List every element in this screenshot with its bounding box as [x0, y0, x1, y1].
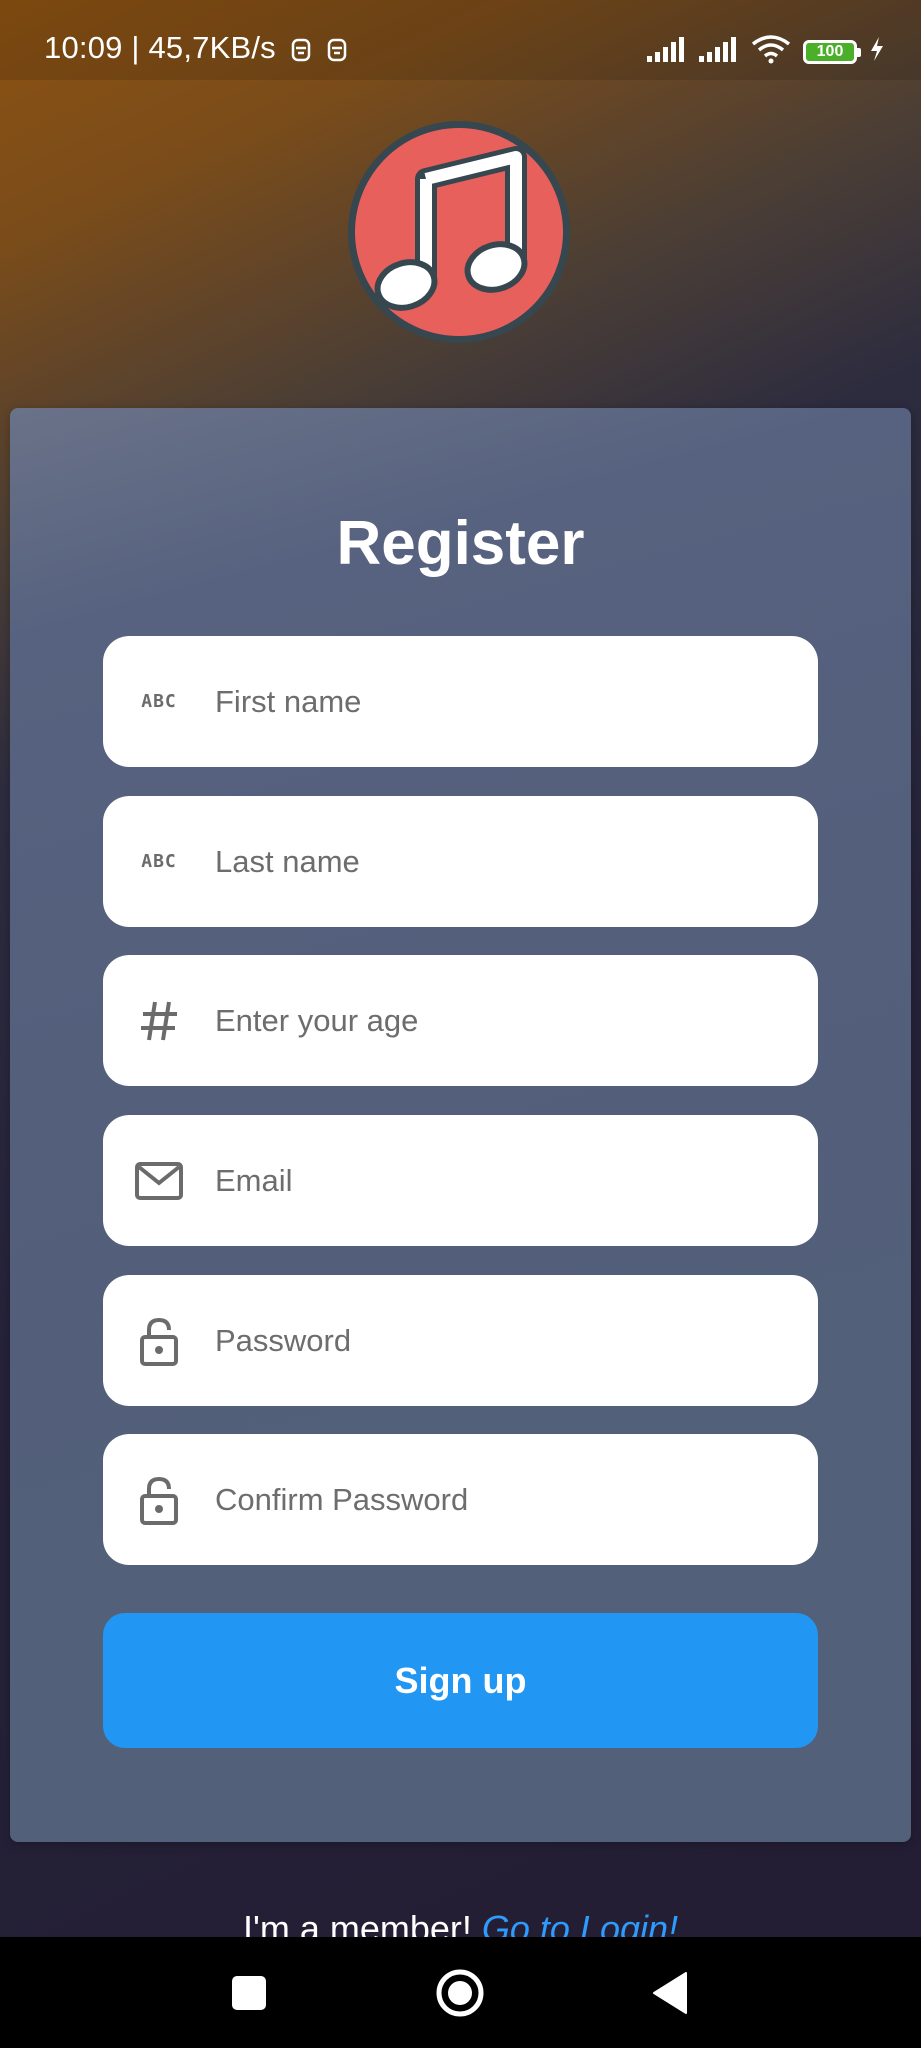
recents-button[interactable]	[219, 1963, 279, 2023]
square-icon	[232, 1975, 266, 2010]
abc-icon: ABC	[141, 851, 177, 872]
home-button[interactable]	[430, 1963, 490, 2023]
age-input[interactable]	[215, 955, 785, 1086]
register-card: Register ABC ABC	[10, 408, 911, 1842]
system-nav-bar	[0, 1937, 921, 2048]
lock-icon	[135, 1317, 183, 1366]
notification-icon	[326, 35, 348, 62]
charging-icon	[869, 36, 885, 67]
notification-icon	[290, 35, 312, 62]
app-logo	[344, 117, 574, 347]
email-field[interactable]	[103, 1115, 818, 1246]
music-note-icon	[348, 121, 570, 343]
lock-icon	[135, 1476, 183, 1525]
last-name-field[interactable]: ABC	[103, 796, 818, 927]
password-input[interactable]	[215, 1275, 785, 1406]
last-name-input[interactable]	[215, 796, 785, 927]
battery-level: 100	[816, 42, 844, 60]
back-triangle-icon	[653, 1971, 687, 2014]
battery-icon: 100	[803, 39, 861, 64]
confirm-password-field[interactable]	[103, 1434, 818, 1565]
mail-icon	[135, 1157, 183, 1205]
email-input[interactable]	[215, 1115, 785, 1246]
signal-icon	[647, 36, 687, 67]
back-button[interactable]	[640, 1963, 700, 2023]
first-name-field[interactable]: ABC	[103, 636, 818, 767]
first-name-input[interactable]	[215, 636, 785, 767]
status-time-speed: 10:09 | 45,7KB/s	[44, 30, 276, 65]
status-bar: 10:09 | 45,7KB/s 100	[0, 0, 921, 80]
signal-icon	[699, 36, 739, 67]
circle-icon	[436, 1969, 484, 2016]
status-left: 10:09 | 45,7KB/s	[44, 30, 348, 66]
register-screen: 10:09 | 45,7KB/s 100 Register ABC First …	[0, 0, 921, 2048]
hash-icon	[135, 997, 183, 1045]
abc-icon: ABC	[141, 691, 177, 712]
age-field[interactable]	[103, 955, 818, 1086]
page-title: Register	[336, 509, 585, 578]
confirm-password-input[interactable]	[215, 1434, 785, 1565]
status-right: 100	[647, 34, 885, 69]
wifi-icon	[751, 34, 791, 69]
password-field[interactable]	[103, 1275, 818, 1406]
sign-up-button[interactable]: Sign up	[103, 1613, 818, 1748]
